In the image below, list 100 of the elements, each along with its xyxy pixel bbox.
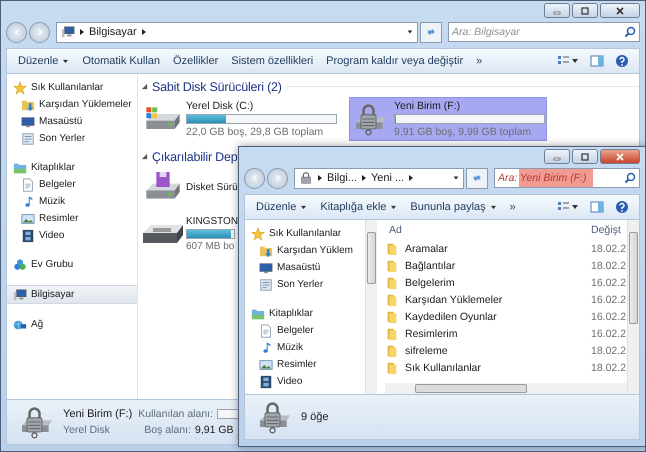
file-row[interactable]: Kaydedilen Oyunlar 16.02.2 bbox=[385, 308, 627, 325]
caret-icon bbox=[390, 204, 398, 210]
breadcrumb[interactable]: Bilgi... bbox=[327, 172, 357, 184]
file-row[interactable]: sifreleme 18.02.2 bbox=[385, 342, 627, 359]
nav-item[interactable]: Video bbox=[7, 227, 137, 244]
search-icon[interactable] bbox=[624, 172, 636, 184]
forward-button[interactable] bbox=[267, 168, 288, 188]
document-icon bbox=[21, 178, 35, 192]
nav-item[interactable]: Ağ bbox=[7, 316, 137, 333]
folder-icon bbox=[385, 292, 399, 306]
nav-item[interactable]: Ev Grubu bbox=[7, 256, 137, 273]
nav-item[interactable]: Bilgisayar bbox=[7, 285, 137, 304]
toolbar-button[interactable]: Program kaldır veya değiştir bbox=[320, 53, 470, 69]
nav-item[interactable]: Kitaplıklar bbox=[7, 159, 137, 176]
nav-item[interactable]: Video bbox=[245, 373, 365, 390]
nav-item[interactable]: Sık Kullanılanlar bbox=[245, 225, 365, 242]
forward-button[interactable] bbox=[29, 22, 50, 42]
free-space-label: Boş alanı: bbox=[144, 424, 191, 436]
nav-item[interactable]: Resimler bbox=[245, 356, 365, 373]
drive-tile[interactable]: Yeni Birim (F:) 9,91 GB boş, 9,99 GB toplam bbox=[349, 97, 547, 141]
close-button[interactable] bbox=[600, 3, 640, 18]
maximize-button[interactable] bbox=[572, 3, 598, 18]
more-commands-button[interactable]: » bbox=[470, 53, 488, 69]
search-icon[interactable] bbox=[624, 26, 636, 38]
refresh-button[interactable] bbox=[466, 168, 488, 188]
computer-icon bbox=[13, 288, 27, 302]
caret-icon bbox=[300, 204, 308, 210]
computer-icon bbox=[61, 25, 75, 39]
caret-icon bbox=[490, 204, 497, 210]
back-button[interactable] bbox=[244, 168, 265, 188]
padlock-drive-icon bbox=[299, 171, 313, 185]
close-icon bbox=[615, 152, 625, 160]
toolbar-button[interactable]: Kitaplığa ekle bbox=[314, 199, 404, 215]
file-row[interactable]: Sık Kullanılanlar 18.02.2 bbox=[385, 359, 627, 376]
toolbar-button[interactable]: Düzenle bbox=[12, 53, 76, 69]
address-bar[interactable]: Bilgisayar bbox=[56, 22, 418, 42]
star-icon bbox=[251, 226, 265, 240]
collapse-triangle-icon[interactable] bbox=[141, 83, 148, 90]
minimize-button[interactable] bbox=[544, 149, 570, 164]
nav-item[interactable]: Son Yerler bbox=[245, 276, 365, 293]
file-row[interactable]: Bağlantılar 18.02.2 bbox=[385, 257, 627, 274]
drive-space-text: 607 MB bo bbox=[186, 241, 235, 252]
close-icon bbox=[615, 6, 625, 14]
refresh-button[interactable] bbox=[420, 22, 442, 42]
star-icon bbox=[13, 80, 27, 94]
toolbar-button[interactable]: Özellikler bbox=[167, 53, 224, 69]
maximize-button[interactable] bbox=[572, 149, 598, 164]
drive-tile[interactable]: Yerel Disk (C:) 22,0 GB boş, 29,8 GB toplam bbox=[141, 97, 339, 141]
toolbar-button[interactable]: Düzenle bbox=[250, 199, 314, 215]
nav-item[interactable]: Müzik bbox=[7, 193, 137, 210]
file-row[interactable]: Karşıdan Yüklemeler 16.02.2 bbox=[385, 291, 627, 308]
dropdown-caret-icon[interactable] bbox=[407, 28, 413, 36]
back-button[interactable] bbox=[6, 22, 27, 42]
drive-tile[interactable]: KINGSTON 607 MB bo bbox=[141, 213, 237, 255]
folder-icon bbox=[385, 310, 399, 324]
section-heading[interactable]: Sabit Disk Sürücüleri (2) bbox=[152, 80, 282, 94]
download-folder-icon bbox=[259, 244, 273, 258]
dropdown-caret-icon[interactable] bbox=[453, 174, 459, 182]
column-header[interactable]: Ad bbox=[385, 224, 591, 236]
breadcrumb[interactable]: Bilgisayar bbox=[89, 26, 137, 38]
nav-item[interactable]: Son Yerler bbox=[7, 130, 137, 147]
file-row[interactable]: Aramalar 18.02.2 bbox=[385, 240, 627, 257]
nav-item[interactable]: Karşıdan Yüklemeler bbox=[7, 96, 137, 113]
drive-name: Disket Sürü bbox=[186, 182, 235, 192]
maximize-icon bbox=[580, 152, 590, 160]
scrollbar[interactable] bbox=[627, 220, 639, 394]
address-bar[interactable]: Bilgi... Yeni ... bbox=[294, 168, 464, 188]
nav-item[interactable]: Belgeler bbox=[245, 322, 365, 339]
nav-item[interactable]: Kitaplıklar bbox=[245, 305, 365, 322]
collapse-triangle-icon[interactable] bbox=[141, 153, 148, 160]
chevron-icon bbox=[408, 174, 414, 182]
nav-item[interactable]: Belgeler bbox=[7, 176, 137, 193]
section-heading[interactable]: Çıkarılabilir Dep bbox=[152, 150, 238, 164]
more-commands-button[interactable]: » bbox=[504, 199, 522, 215]
toolbar-button[interactable]: Sistem özellikleri bbox=[225, 53, 320, 69]
toolbar-button[interactable]: Bununla paylaş bbox=[404, 199, 503, 215]
chevron-icon bbox=[317, 174, 323, 182]
drive-tile[interactable]: Disket Sürü bbox=[141, 167, 237, 207]
caret-icon bbox=[62, 58, 70, 64]
nav-item[interactable]: Masaüstü bbox=[245, 259, 365, 276]
breadcrumb[interactable]: Yeni ... bbox=[370, 172, 404, 184]
toolbar-button[interactable]: Otomatik Kullan bbox=[76, 53, 166, 69]
scrollbar[interactable] bbox=[385, 383, 627, 394]
scrollbar[interactable] bbox=[365, 220, 377, 394]
minimize-button[interactable] bbox=[544, 3, 570, 18]
file-row[interactable]: Belgelerim 16.02.2 bbox=[385, 274, 627, 291]
nav-item[interactable]: Sık Kullanılanlar bbox=[7, 79, 137, 96]
nav-item[interactable]: Karşıdan Yüklem bbox=[245, 242, 365, 259]
picture-icon bbox=[21, 212, 35, 226]
film-icon bbox=[259, 374, 273, 388]
column-header[interactable]: Değişt bbox=[591, 224, 627, 236]
drive-name: KINGSTON bbox=[186, 216, 235, 227]
nav-item[interactable]: Müzik bbox=[245, 339, 365, 356]
nav-item[interactable]: Resimler bbox=[7, 210, 137, 227]
drive-space-text: 9,91 GB boş, 9,99 GB toplam bbox=[394, 126, 532, 138]
nav-item[interactable]: Masaüstü bbox=[7, 113, 137, 130]
file-row[interactable]: Resimlerim 16.02.2 bbox=[385, 325, 627, 342]
drive-name: Yerel Disk (C:) bbox=[186, 100, 254, 112]
monitor-icon bbox=[21, 114, 35, 128]
list-window-icon bbox=[21, 132, 35, 146]
